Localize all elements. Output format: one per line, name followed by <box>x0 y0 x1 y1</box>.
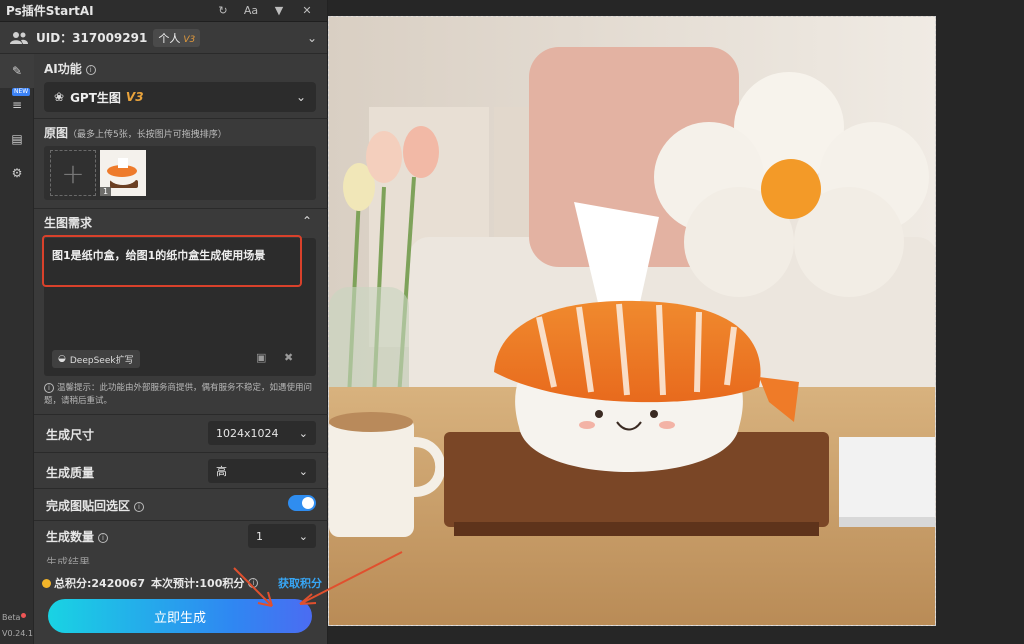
model-icon: ❀ <box>54 90 65 104</box>
paste-back-toggle[interactable] <box>288 495 316 511</box>
generate-button[interactable]: 立即生成 <box>48 599 312 633</box>
chevron-down-icon: ⌄ <box>298 426 308 440</box>
new-badge: NEW <box>12 88 31 96</box>
version-label: V0.24.1 <box>2 629 33 638</box>
generated-image <box>329 17 935 625</box>
plan-name: 个人 <box>158 31 181 45</box>
canvas-area <box>328 0 1024 644</box>
app-title: Ps插件StartAI <box>6 4 94 18</box>
quality-label: 生成质量 <box>46 466 95 480</box>
beta-dot <box>21 613 27 618</box>
count-text: 生成数量 <box>46 530 95 544</box>
chevron-down-icon: ⌄ <box>295 90 306 104</box>
rail-generate-button[interactable]: ✎ <box>0 54 34 88</box>
count-value: 1 <box>256 529 263 543</box>
divider <box>34 118 328 119</box>
deepseek-expand-button[interactable]: ◒ DeepSeek扩写 <box>52 350 140 368</box>
paste-back-label: 完成图贴回选区 i <box>46 497 145 514</box>
add-image-button[interactable]: + <box>50 150 96 196</box>
get-points-link[interactable]: 获取积分 <box>278 575 322 591</box>
toggle-knob <box>302 497 314 509</box>
whale-icon: ◒ <box>58 354 66 364</box>
total-points: 总积分:2420067 <box>54 577 145 590</box>
size-value: 1024x1024 <box>216 426 279 440</box>
result-options-row: 生成结果 <box>46 556 90 564</box>
info-icon[interactable]: i <box>98 532 109 543</box>
chevron-down-icon: ⌄ <box>298 529 308 543</box>
divider <box>34 208 328 209</box>
pencil-icon: ✎ <box>11 64 23 78</box>
document-icon: ▤ <box>11 132 23 146</box>
divider <box>34 452 328 453</box>
deepseek-label: DeepSeek扩写 <box>69 355 134 366</box>
thumbnail-index: 1 <box>100 187 112 196</box>
prompt-textarea[interactable]: 图1是纸巾盒，给图1的纸巾盒生成使用场景 ◒ DeepSeek扩写 ▣ ✖ <box>42 235 316 376</box>
quality-select[interactable]: 高 ⌄ <box>208 459 316 483</box>
upload-area: + 1 <box>44 146 316 200</box>
canvas-selection[interactable] <box>328 16 936 626</box>
quality-value: 高 <box>216 465 227 478</box>
title-bar: Ps插件StartAI ↻ Aa ▼ ✕ <box>0 0 327 22</box>
beta-label: Beta <box>2 613 27 622</box>
size-select[interactable]: 1024x1024 ⌄ <box>208 421 316 445</box>
coin-icon <box>42 578 51 588</box>
prompt-text-highlight[interactable]: 图1是纸巾盒，给图1的纸巾盒生成使用场景 <box>42 235 302 287</box>
trash-icon[interactable]: ✖ <box>284 351 298 365</box>
save-prompt-icon[interactable]: ▣ <box>256 351 270 365</box>
panel-content: AI功能 i ❀ GPT生图 V3 ⌄ 原图（最多上传5张，长按图片可拖拽排序） … <box>34 54 328 644</box>
source-thumbnail[interactable]: 1 <box>100 150 146 196</box>
ai-function-label: AI功能 i <box>44 60 96 77</box>
left-rail: ✎ NEW ≡ ▤ ⚙ Beta V0.24.1 <box>0 54 34 644</box>
close-icon[interactable]: ✕ <box>293 4 321 17</box>
source-image-label: 原图（最多上传5张，长按图片可拖拽排序） <box>44 124 227 141</box>
gear-icon: ⚙ <box>11 166 23 180</box>
plan-badge: 个人 V3 <box>153 28 201 47</box>
info-icon[interactable]: i <box>85 64 96 75</box>
layers-icon: ≡ <box>11 98 23 112</box>
font-size-icon[interactable]: Aa <box>237 4 265 17</box>
model-name: GPT生图 <box>70 90 121 105</box>
service-hint: i 温馨提示：此功能由外部服务商提供，偶有服务不稳定，如遇使用问题，请稍后重试。 <box>44 382 316 408</box>
chevron-up-icon[interactable]: ⌃ <box>302 214 312 228</box>
plugin-panel: Ps插件StartAI ↻ Aa ▼ ✕ UID：317009291 个人 V3 … <box>0 0 328 644</box>
plan-version: V3 <box>183 34 196 45</box>
model-version: V3 <box>125 90 144 104</box>
count-label: 生成数量 i <box>46 528 109 545</box>
size-label: 生成尺寸 <box>46 428 95 442</box>
model-select[interactable]: ❀ GPT生图 V3 ⌄ <box>44 82 316 112</box>
info-icon: i <box>44 382 54 393</box>
count-select[interactable]: 1 ⌄ <box>248 524 316 548</box>
pin-icon[interactable]: ▼ <box>265 4 293 17</box>
prompt-section-label: 生图需求 <box>44 216 93 230</box>
refresh-icon[interactable]: ↻ <box>209 4 237 17</box>
info-icon[interactable]: i <box>248 578 259 588</box>
estimate-points: 本次预计:100积分 <box>150 577 245 590</box>
beta-text: Beta <box>2 613 21 622</box>
hint-text: 温馨提示：此功能由外部服务商提供，偶有服务不稳定，如遇使用问题，请稍后重试。 <box>44 383 313 406</box>
users-icon <box>10 31 28 44</box>
divider <box>34 520 328 521</box>
rail-history-button[interactable]: ▤ <box>0 122 34 156</box>
paste-back-text: 完成图贴回选区 <box>46 499 131 513</box>
uid-text: UID：317009291 <box>36 31 148 45</box>
rail-settings-button[interactable]: ⚙ <box>0 156 34 190</box>
user-bar: UID：317009291 个人 V3 ⌄ <box>0 22 327 54</box>
ai-function-text: AI功能 <box>44 62 82 76</box>
chevron-down-icon[interactable]: ⌄ <box>307 31 317 45</box>
source-label-text: 原图 <box>44 126 69 140</box>
source-note: （最多上传5张，长按图片可拖拽排序） <box>68 130 227 140</box>
info-icon[interactable]: i <box>134 501 145 512</box>
rail-layers-button[interactable]: NEW ≡ <box>0 88 34 122</box>
points-bar: 总积分:2420067 本次预计:100积分 i 获取积分 <box>42 574 322 592</box>
chevron-down-icon: ⌄ <box>298 464 308 478</box>
divider <box>34 414 328 415</box>
divider <box>34 488 328 489</box>
